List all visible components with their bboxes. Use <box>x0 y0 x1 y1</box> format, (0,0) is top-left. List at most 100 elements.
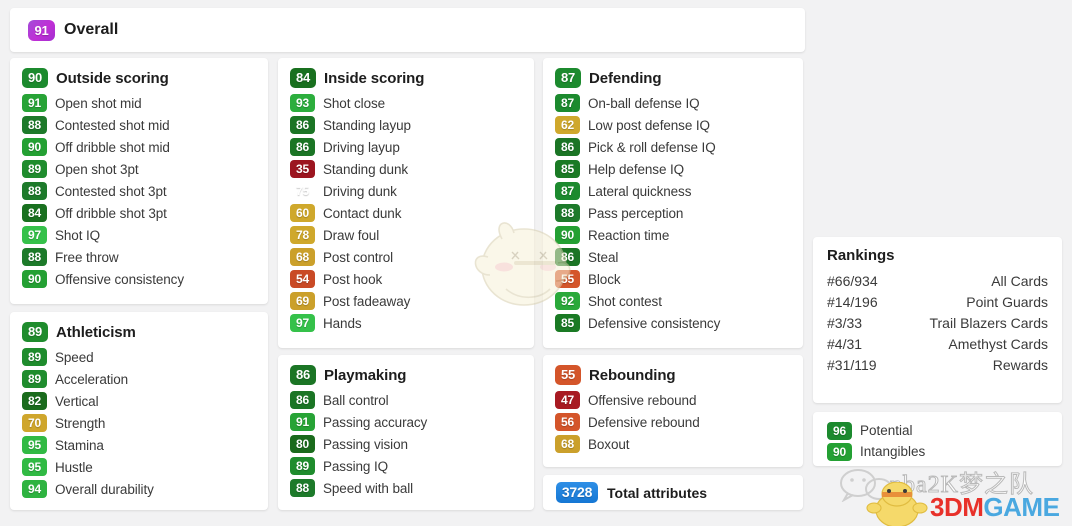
attribute-value-badge: 89 <box>22 348 47 366</box>
category-badge: 90 <box>22 68 48 88</box>
category-title: Defending <box>589 69 662 87</box>
attribute-row: 62 Low post defense IQ <box>555 114 791 136</box>
attribute-row: 87 Lateral quickness <box>555 180 791 202</box>
attribute-value-badge: 90 <box>22 270 47 288</box>
attribute-row: 69 Post fadeaway <box>290 290 522 312</box>
attribute-row: 68 Post control <box>290 246 522 268</box>
ranking-row: #4/31 Amethyst Cards <box>813 333 1062 354</box>
ranking-position: #4/31 <box>827 335 863 352</box>
attribute-value-badge: 92 <box>555 292 580 310</box>
attribute-row: 75 Driving dunk <box>290 180 522 202</box>
category-title: Playmaking <box>324 366 407 384</box>
category-badge: 55 <box>555 365 581 385</box>
logo-3dm-text: 3DM <box>930 492 984 522</box>
attribute-row: 88 Contested shot 3pt <box>22 180 256 202</box>
attribute-row: 89 Acceleration <box>22 368 256 390</box>
attribute-value-badge: 87 <box>555 182 580 200</box>
attribute-value-badge: 82 <box>22 392 47 410</box>
attribute-label: Post control <box>323 249 394 265</box>
attribute-row: 91 Passing accuracy <box>290 411 522 433</box>
attribute-label: Off dribble shot mid <box>55 139 170 155</box>
attribute-label: Help defense IQ <box>588 161 685 177</box>
extras-list: 96 Potential 90 Intangibles <box>813 412 1062 462</box>
overall-label: Overall <box>64 21 119 38</box>
attribute-value-badge: 78 <box>290 226 315 244</box>
attribute-value-badge: 68 <box>290 248 315 266</box>
attribute-value-badge: 86 <box>555 138 580 156</box>
attribute-label: Driving dunk <box>323 183 397 199</box>
site-watermark: nba2K梦之队 3DMGAME <box>838 462 1068 526</box>
attribute-value-badge: 85 <box>555 160 580 178</box>
category-header: 55 Rebounding <box>543 355 803 389</box>
attribute-row: 85 Defensive consistency <box>555 312 791 334</box>
category-badge: 86 <box>290 365 316 385</box>
attribute-row: 88 Contested shot mid <box>22 114 256 136</box>
attribute-row: 87 On-ball defense IQ <box>555 92 791 114</box>
attribute-value-badge: 88 <box>22 116 47 134</box>
attribute-label: Defensive rebound <box>588 414 700 430</box>
attribute-label: Open shot mid <box>55 95 142 111</box>
attribute-value-badge: 70 <box>22 414 47 432</box>
attribute-row: 85 Help defense IQ <box>555 158 791 180</box>
total-attributes-badge: 3728 <box>556 482 598 503</box>
extra-attribute-row: 90 Intangibles <box>827 441 1062 462</box>
attribute-label: Post hook <box>323 271 383 287</box>
total-attributes-panel: 3728 Total attributes <box>543 475 803 510</box>
attribute-value-badge: 95 <box>22 436 47 454</box>
attribute-label: Passing IQ <box>323 458 389 474</box>
attribute-label: Lateral quickness <box>588 183 692 199</box>
attribute-label: Contact dunk <box>323 205 402 221</box>
attribute-row: 93 Shot close <box>290 92 522 114</box>
category-header: 84 Inside scoring <box>278 58 534 92</box>
attribute-row: 90 Off dribble shot mid <box>22 136 256 158</box>
ranking-category-name: Amethyst Cards <box>948 335 1048 352</box>
attribute-label: Stamina <box>55 437 104 453</box>
attribute-label: Contested shot 3pt <box>55 183 167 199</box>
attribute-label: Post fadeaway <box>323 293 411 309</box>
attribute-label: Ball control <box>323 392 389 408</box>
attribute-value-badge: 56 <box>555 413 580 431</box>
category-title: Rebounding <box>589 366 676 384</box>
attribute-value-badge: 90 <box>555 226 580 244</box>
attribute-value-badge: 86 <box>290 116 315 134</box>
attribute-row: 95 Hustle <box>22 456 256 478</box>
attribute-row: 47 Offensive rebound <box>555 389 791 411</box>
attribute-value-badge: 55 <box>555 270 580 288</box>
total-attributes-label: Total attributes <box>607 484 708 501</box>
attribute-row: 68 Boxout <box>555 433 791 455</box>
category-title: Inside scoring <box>324 69 425 87</box>
attribute-value-badge: 88 <box>555 204 580 222</box>
attribute-value-badge: 95 <box>22 458 47 476</box>
attribute-row: 86 Driving layup <box>290 136 522 158</box>
rankings-title: Rankings <box>827 247 895 264</box>
attribute-value-badge: 85 <box>555 314 580 332</box>
attribute-value-badge: 89 <box>290 457 315 475</box>
attribute-label: Offensive consistency <box>55 271 184 287</box>
attribute-label: Speed with ball <box>323 480 414 496</box>
attribute-row: 89 Speed <box>22 346 256 368</box>
ranking-row: #31/119 Rewards <box>813 354 1062 375</box>
category-panel-outside-scoring: 90 Outside scoring 91 Open shot mid 88 Cont… <box>10 58 268 304</box>
attribute-list: 47 Offensive rebound 56 Defensive rebound 68… <box>543 389 803 467</box>
attribute-value-badge: 91 <box>290 413 315 431</box>
overall-row: 91 Overall <box>10 8 805 52</box>
attribute-label: Passing accuracy <box>323 414 428 430</box>
attribute-row: 92 Shot contest <box>555 290 791 312</box>
attribute-row: 94 Overall durability <box>22 478 256 500</box>
attribute-label: Shot close <box>323 95 386 111</box>
attribute-label: Free throw <box>55 249 119 265</box>
category-panel-inside-scoring: 84 Inside scoring 93 Shot close 86 Standing… <box>278 58 534 348</box>
rankings-list: #66/934 All Cards #14/196 Point Guards #3/33… <box>813 270 1062 375</box>
attribute-row: 89 Open shot 3pt <box>22 158 256 180</box>
attribute-label: Vertical <box>55 393 99 409</box>
ranking-category-name: Rewards <box>992 356 1048 373</box>
attribute-label: Boxout <box>588 436 630 452</box>
category-title: Athleticism <box>56 323 136 341</box>
attribute-label: Standing dunk <box>323 161 409 177</box>
attribute-value-badge: 88 <box>22 182 47 200</box>
wechat-icon <box>840 469 893 502</box>
attribute-value-badge: 69 <box>290 292 315 310</box>
category-header: 90 Outside scoring <box>10 58 268 92</box>
attribute-row: 97 Shot IQ <box>22 224 256 246</box>
ranking-row: #14/196 Point Guards <box>813 291 1062 312</box>
